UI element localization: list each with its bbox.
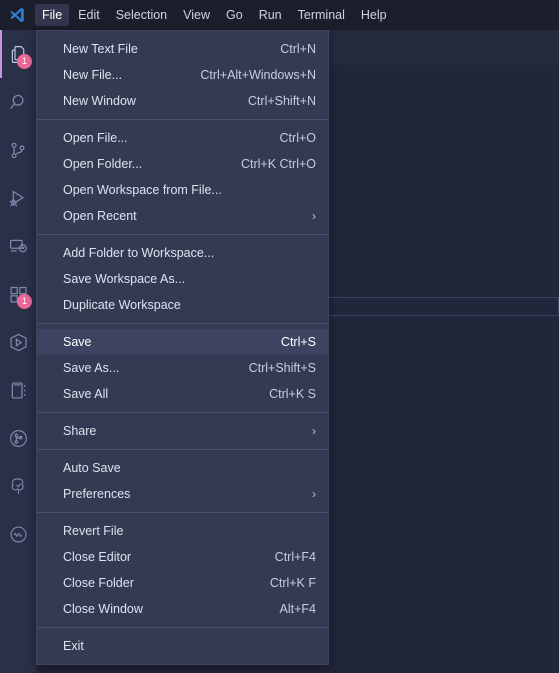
menu-item-label: Duplicate Workspace: [63, 298, 181, 312]
menu-item-save-workspace-as[interactable]: Save Workspace As...: [37, 266, 328, 292]
menu-item-save[interactable]: Save Ctrl+S: [37, 329, 328, 355]
activitybar-test-explorer-icon[interactable]: [0, 462, 36, 510]
menu-item-label: Open File...: [63, 131, 128, 145]
menu-item-label: Open Workspace from File...: [63, 183, 222, 197]
menu-item-label: Save Workspace As...: [63, 272, 186, 286]
menu-item-auto-save[interactable]: Auto Save: [37, 455, 328, 481]
activitybar-database-icon[interactable]: [0, 366, 36, 414]
menu-item-label: Share: [63, 424, 97, 438]
menu-item-shortcut: Ctrl+N: [280, 42, 316, 56]
menu-item-new-file[interactable]: New File... Ctrl+Alt+Windows+N: [37, 62, 328, 88]
menubar-item-go[interactable]: Go: [219, 4, 250, 26]
menu-item-open-recent[interactable]: Open Recent ›: [37, 203, 328, 229]
menubar-item-run[interactable]: Run: [252, 4, 289, 26]
chevron-right-icon: ›: [312, 424, 316, 438]
activitybar-live-share-icon[interactable]: [0, 510, 36, 558]
menu-item-label: Auto Save: [63, 461, 121, 475]
chevron-right-icon: ›: [312, 209, 316, 223]
activitybar-remote-explorer-icon[interactable]: [0, 222, 36, 270]
vscode-logo-icon: [0, 0, 34, 30]
menu-item-label: Open Recent: [63, 209, 137, 223]
menu-separator: [37, 412, 328, 413]
menu-item-preferences[interactable]: Preferences ›: [37, 481, 328, 507]
menu-item-new-text-file[interactable]: New Text File Ctrl+N: [37, 36, 328, 62]
activitybar-source-control-icon[interactable]: [0, 126, 36, 174]
menu-item-label: Close Folder: [63, 576, 134, 590]
menu-item-share[interactable]: Share ›: [37, 418, 328, 444]
menu-item-shortcut: Ctrl+K S: [269, 387, 316, 401]
menu-item-label: New Window: [63, 94, 136, 108]
menu-separator: [37, 512, 328, 513]
chevron-right-icon: ›: [312, 487, 316, 501]
menu-item-new-window[interactable]: New Window Ctrl+Shift+N: [37, 88, 328, 114]
menu-item-open-workspace-from-file[interactable]: Open Workspace from File...: [37, 177, 328, 203]
menu-item-label: Save As...: [63, 361, 120, 375]
menu-item-shortcut: Ctrl+K Ctrl+O: [240, 157, 316, 171]
menubar-item-terminal[interactable]: Terminal: [291, 4, 352, 26]
activitybar-git-graph-icon[interactable]: [0, 414, 36, 462]
menu-item-shortcut: Ctrl+Shift+N: [247, 94, 316, 108]
menu-item-close-folder[interactable]: Close Folder Ctrl+K F: [37, 570, 328, 596]
menu-item-label: Exit: [63, 639, 84, 653]
menu-item-save-as[interactable]: Save As... Ctrl+Shift+S: [37, 355, 328, 381]
menu-separator: [37, 119, 328, 120]
menu-item-shortcut: Ctrl+K F: [269, 576, 316, 590]
menu-item-label: Open Folder...: [63, 157, 143, 171]
menu-item-label: Close Editor: [63, 550, 132, 564]
menu-item-label: Close Window: [63, 602, 143, 616]
activitybar-run-and-debug-icon[interactable]: [0, 174, 36, 222]
activitybar-search-icon[interactable]: [0, 78, 36, 126]
menu-separator: [37, 627, 328, 628]
menu-item-close-editor[interactable]: Close Editor Ctrl+F4: [37, 544, 328, 570]
menu-item-revert-file[interactable]: Revert File: [37, 518, 328, 544]
menu-item-shortcut: Ctrl+Alt+Windows+N: [200, 68, 316, 82]
menu-item-add-folder-to-workspace[interactable]: Add Folder to Workspace...: [37, 240, 328, 266]
menu-item-label: Save All: [63, 387, 109, 401]
activitybar-explorer-icon[interactable]: 1: [0, 30, 36, 78]
menubar-item-selection[interactable]: Selection: [109, 4, 174, 26]
menubar-item-edit[interactable]: Edit: [71, 4, 107, 26]
menu-item-label: Add Folder to Workspace...: [63, 246, 215, 260]
menu-item-label: New File...: [63, 68, 123, 82]
menu-separator: [37, 323, 328, 324]
menu-bar-items: File Edit Selection View Go Run Terminal Help: [34, 4, 395, 26]
menu-item-open-folder[interactable]: Open Folder... Ctrl+K Ctrl+O: [37, 151, 328, 177]
menu-item-label: Preferences: [63, 487, 131, 501]
menu-item-label: Revert File: [63, 524, 124, 538]
menubar-item-help[interactable]: Help: [354, 4, 394, 26]
menu-item-shortcut: Ctrl+F4: [274, 550, 316, 564]
menu-separator: [37, 234, 328, 235]
menubar-item-file[interactable]: File: [35, 4, 70, 26]
menu-item-close-window[interactable]: Close Window Alt+F4: [37, 596, 328, 622]
menu-item-save-all[interactable]: Save All Ctrl+K S: [37, 381, 328, 407]
activitybar-extensions-icon[interactable]: 1: [0, 270, 36, 318]
menu-item-label: New Text File: [63, 42, 138, 56]
vscode-window: File Edit Selection View Go Run Terminal Help 1…: [0, 0, 559, 673]
file-menu-dropdown[interactable]: New Text File Ctrl+N New File... Ctrl+Alt+W…: [36, 30, 329, 665]
menu-item-shortcut: Ctrl+Shift+S: [248, 361, 316, 375]
menubar-item-view[interactable]: View: [176, 4, 217, 26]
menu-separator: [37, 449, 328, 450]
activitybar-docker-icon[interactable]: [0, 318, 36, 366]
menu-item-shortcut: Alt+F4: [279, 602, 316, 616]
menu-item-duplicate-workspace[interactable]: Duplicate Workspace: [37, 292, 328, 318]
activity-bar: 11: [0, 30, 36, 673]
menu-item-exit[interactable]: Exit: [37, 633, 328, 659]
menu-item-label: Save: [63, 335, 92, 349]
activitybar-badge: 1: [17, 54, 32, 69]
menu-item-shortcut: Ctrl+S: [280, 335, 316, 349]
menu-item-open-file[interactable]: Open File... Ctrl+O: [37, 125, 328, 151]
activitybar-badge: 1: [17, 294, 32, 309]
menu-bar: File Edit Selection View Go Run Terminal Help: [0, 0, 559, 30]
menu-item-shortcut: Ctrl+O: [279, 131, 316, 145]
